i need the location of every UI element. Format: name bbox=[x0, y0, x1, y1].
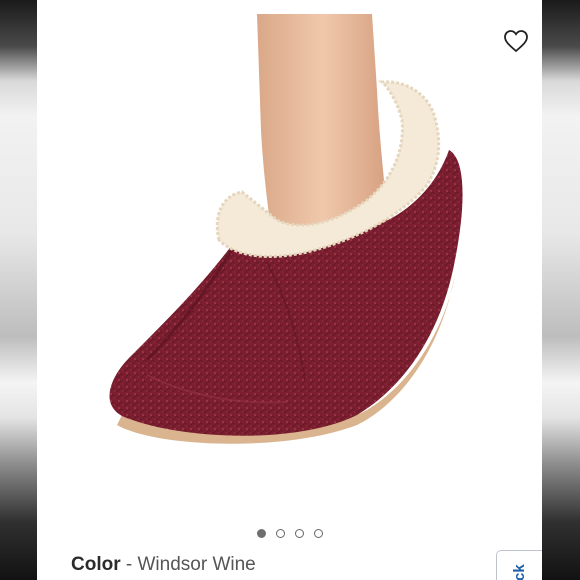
right-backdrop bbox=[542, 0, 580, 580]
pager-dot-2[interactable] bbox=[275, 529, 285, 538]
heart-outline-icon bbox=[504, 30, 528, 53]
image-pager bbox=[37, 529, 542, 543]
left-backdrop bbox=[0, 0, 37, 580]
feedback-tab-label: ck bbox=[511, 564, 528, 580]
color-separator: - bbox=[125, 554, 138, 575]
product-screen: Color - Windsor Wine ck bbox=[37, 0, 542, 580]
product-image[interactable] bbox=[37, 0, 542, 520]
color-label: Color bbox=[71, 554, 121, 575]
pager-dot-3[interactable] bbox=[294, 529, 304, 538]
pager-dot-4[interactable] bbox=[313, 529, 323, 538]
color-selection: Color - Windsor Wine bbox=[71, 554, 256, 576]
favorite-button[interactable] bbox=[501, 26, 531, 56]
color-value: Windsor Wine bbox=[137, 554, 256, 575]
feedback-tab[interactable]: ck bbox=[496, 550, 542, 580]
pager-dot-1[interactable] bbox=[256, 529, 266, 538]
